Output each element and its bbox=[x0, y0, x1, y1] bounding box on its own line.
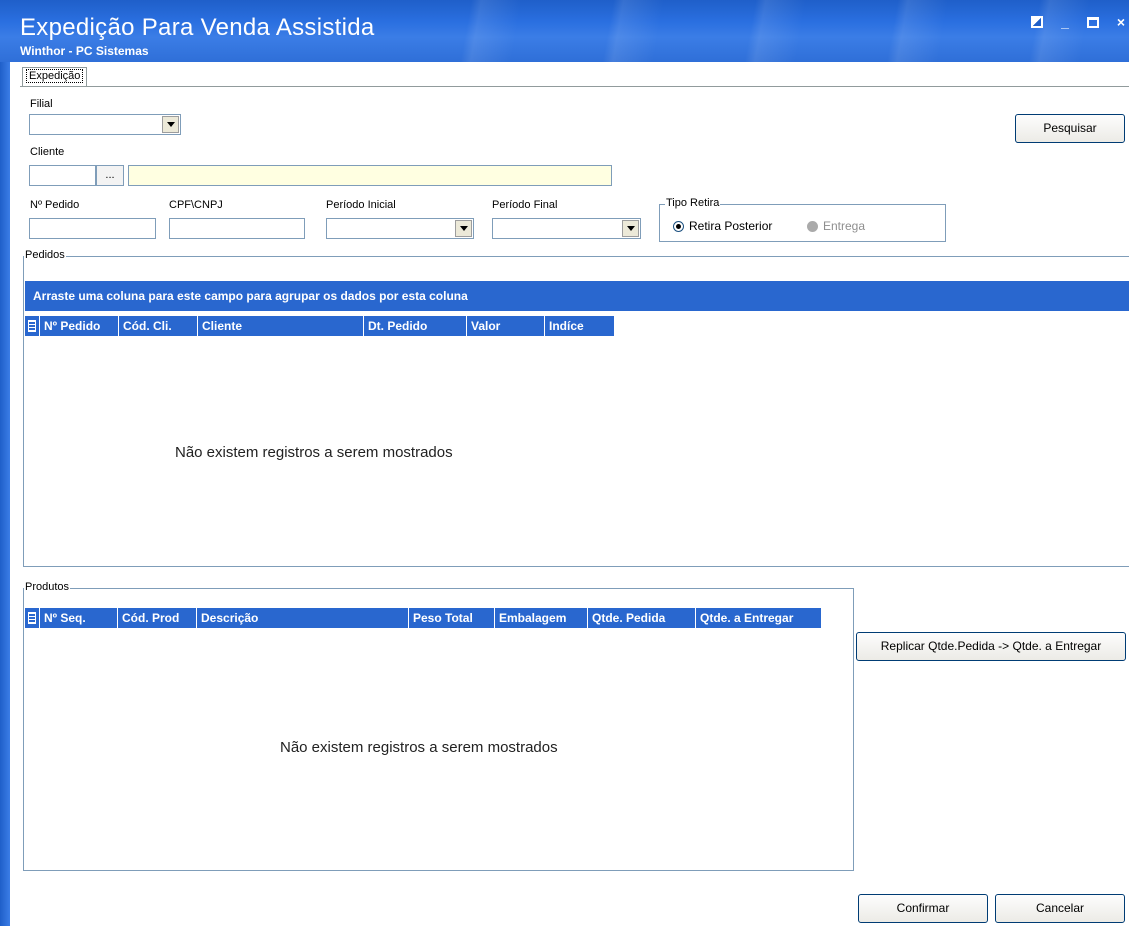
pesquisar-label: Pesquisar bbox=[1043, 121, 1097, 135]
confirmar-label: Confirmar bbox=[896, 901, 950, 915]
window-subtitle: Winthor - PC Sistemas bbox=[20, 44, 149, 58]
chevron-down-icon[interactable] bbox=[455, 220, 472, 237]
chevron-down-icon[interactable] bbox=[622, 220, 639, 237]
cliente-lookup-button[interactable]: ... bbox=[96, 165, 124, 186]
cliente-label: Cliente bbox=[30, 146, 65, 158]
periodo-final-label: Período Final bbox=[492, 199, 558, 211]
pedido-input[interactable] bbox=[29, 218, 156, 239]
restore-icon[interactable] bbox=[1031, 16, 1043, 28]
maximize-icon[interactable] bbox=[1087, 17, 1099, 28]
pedidos-col-cliente[interactable]: Cliente bbox=[197, 316, 363, 336]
form-content: Expedição Filial Pesquisar Cliente ... N… bbox=[10, 62, 1129, 926]
cpf-input[interactable] bbox=[169, 218, 305, 239]
tipo-retira-label: Tipo Retira bbox=[665, 197, 721, 209]
produtos-col-descricao[interactable]: Descrição bbox=[196, 608, 408, 628]
window-left-border bbox=[0, 62, 10, 926]
column-chooser-icon[interactable] bbox=[25, 316, 39, 336]
column-chooser-icon[interactable] bbox=[25, 608, 39, 628]
periodo-final-select[interactable] bbox=[492, 218, 641, 239]
produtos-col-embalagem[interactable]: Embalagem bbox=[494, 608, 587, 628]
tab-divider bbox=[20, 86, 1129, 87]
chevron-down-icon[interactable] bbox=[162, 116, 179, 133]
produtos-group bbox=[23, 588, 854, 871]
close-button[interactable]: × bbox=[1113, 14, 1129, 30]
pedidos-col-numero[interactable]: Nº Pedido bbox=[39, 316, 118, 336]
window-controls: _ × bbox=[1031, 14, 1129, 30]
cancelar-button[interactable]: Cancelar bbox=[995, 894, 1125, 923]
pedidos-group-by-area[interactable]: Arraste uma coluna para este campo para … bbox=[25, 281, 1129, 311]
radio-retira-posterior-label: Retira Posterior bbox=[689, 219, 773, 233]
produtos-col-qtde-entregar[interactable]: Qtde. a Entregar bbox=[695, 608, 821, 628]
pedidos-empty-message: Não existem registros a serem mostrados bbox=[175, 444, 453, 461]
radio-entrega[interactable]: Entrega bbox=[807, 219, 865, 233]
pedidos-col-indice[interactable]: Indíce bbox=[544, 316, 614, 336]
replicar-label: Replicar Qtde.Pedida -> Qtde. a Entregar bbox=[880, 639, 1102, 653]
pedidos-label: Pedidos bbox=[24, 249, 66, 261]
periodo-inicial-label: Período Inicial bbox=[326, 199, 396, 211]
pedidos-col-valor[interactable]: Valor bbox=[466, 316, 544, 336]
pedido-label: Nº Pedido bbox=[30, 199, 80, 211]
produtos-col-cod-prod[interactable]: Cód. Prod bbox=[117, 608, 196, 628]
cancelar-label: Cancelar bbox=[1035, 901, 1085, 915]
radio-entrega-label: Entrega bbox=[823, 219, 866, 233]
tab-label: Expedição bbox=[26, 69, 84, 83]
confirmar-button[interactable]: Confirmar bbox=[858, 894, 988, 923]
radio-unchecked-icon bbox=[807, 220, 818, 232]
tab-expedicao[interactable]: Expedição bbox=[22, 67, 88, 86]
radio-checked-icon bbox=[673, 220, 684, 232]
produtos-label: Produtos bbox=[24, 581, 71, 593]
produtos-empty-message: Não existem registros a serem mostrados bbox=[280, 739, 558, 756]
cliente-code-input[interactable] bbox=[29, 165, 96, 186]
pesquisar-button[interactable]: Pesquisar bbox=[1015, 114, 1125, 143]
pedidos-col-dt-pedido[interactable]: Dt. Pedido bbox=[363, 316, 466, 336]
produtos-col-seq[interactable]: Nº Seq. bbox=[39, 608, 117, 628]
radio-retira-posterior[interactable]: Retira Posterior bbox=[673, 219, 772, 233]
minimize-button[interactable]: _ bbox=[1057, 14, 1073, 30]
produtos-col-peso-total[interactable]: Peso Total bbox=[408, 608, 494, 628]
produtos-grid-header: Nº Seq. Cód. Prod Descrição Peso Total E… bbox=[25, 608, 821, 628]
periodo-inicial-select[interactable] bbox=[326, 218, 474, 239]
filial-label: Filial bbox=[30, 98, 53, 110]
produtos-col-qtde-pedida[interactable]: Qtde. Pedida bbox=[587, 608, 695, 628]
window-titlebar: Expedição Para Venda Assistida Winthor -… bbox=[0, 0, 1129, 62]
pedidos-col-cod-cli[interactable]: Cód. Cli. bbox=[118, 316, 197, 336]
cliente-name-field bbox=[128, 165, 612, 186]
cpf-label: CPF\CNPJ bbox=[169, 199, 223, 211]
replicar-button[interactable]: Replicar Qtde.Pedida -> Qtde. a Entregar bbox=[856, 632, 1126, 661]
pedidos-grid-header: Nº Pedido Cód. Cli. Cliente Dt. Pedido V… bbox=[25, 316, 614, 336]
window-title: Expedição Para Venda Assistida bbox=[20, 14, 375, 41]
filial-select[interactable] bbox=[29, 114, 181, 135]
